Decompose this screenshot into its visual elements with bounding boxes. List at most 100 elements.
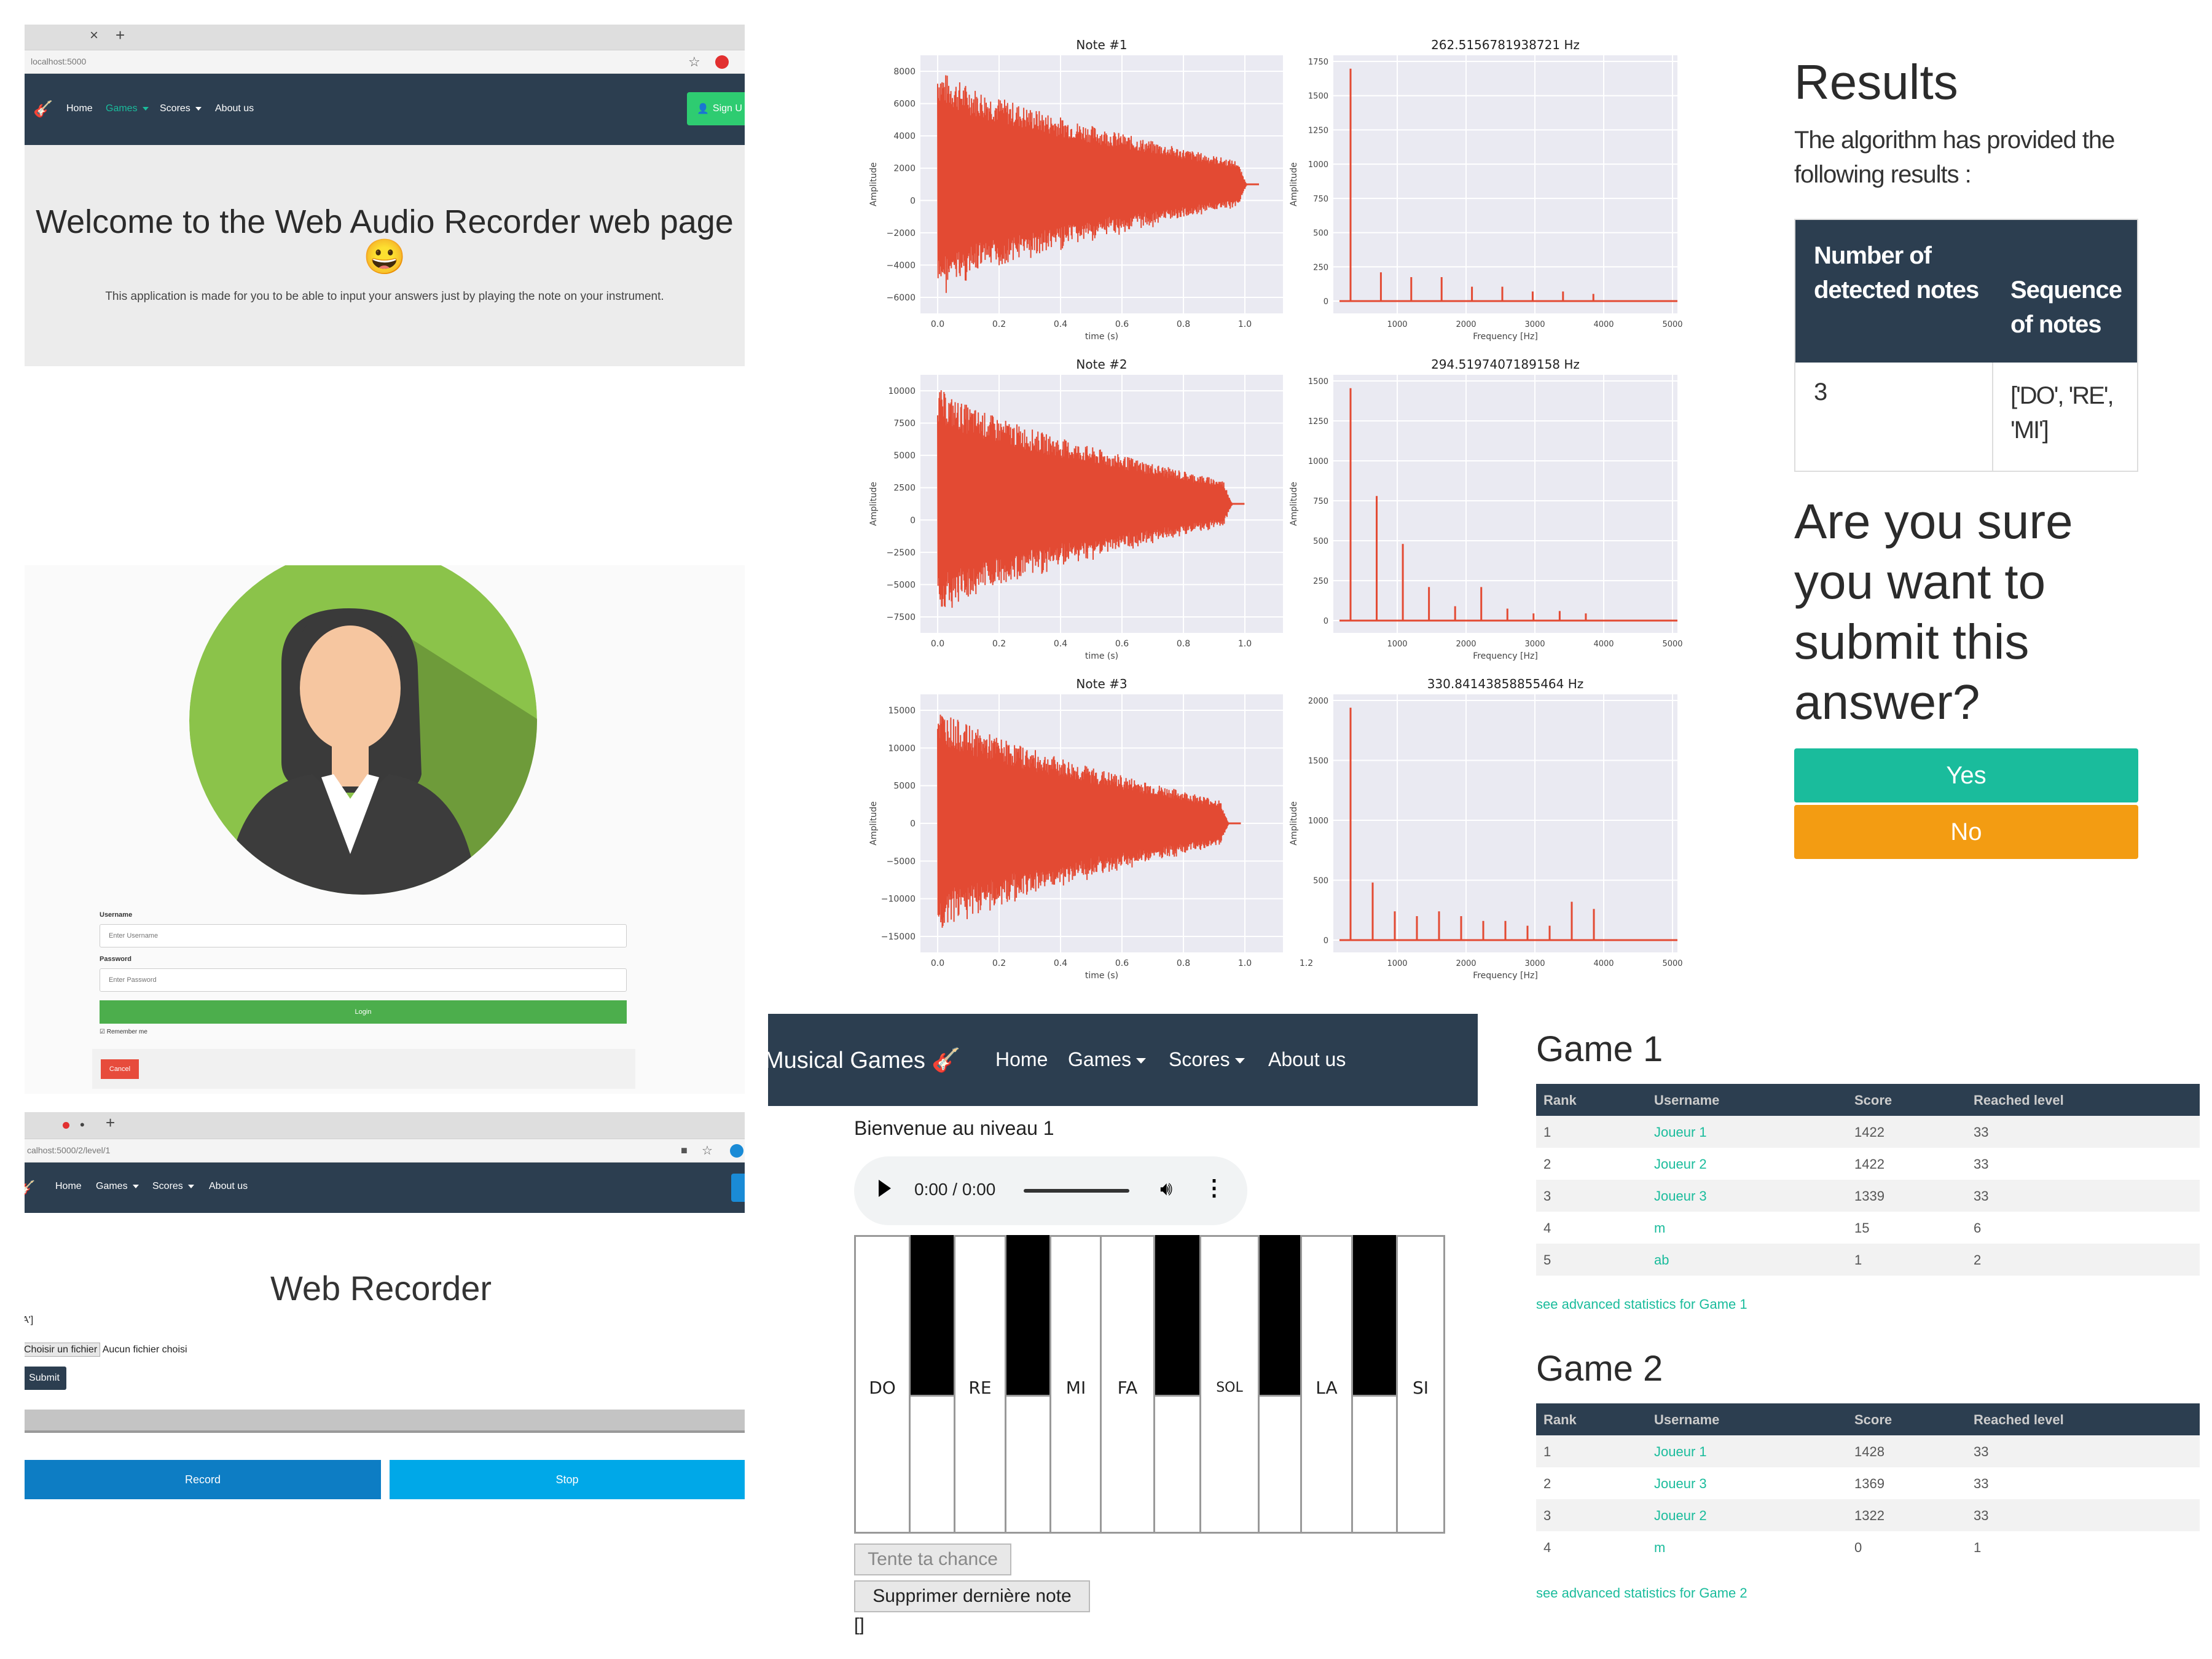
navbar: Musical Games 🎸 Home Games Scores About … <box>768 1014 1478 1106</box>
cancel-button[interactable]: Cancel <box>101 1059 139 1079</box>
delete-last-note-button[interactable]: Supprimer dernière note <box>854 1580 1090 1612</box>
table-row: 1 Joueur 1 1422 33 <box>1536 1116 2200 1148</box>
piano-key-gap-1[interactable] <box>911 1395 954 1534</box>
piano-key-black-2[interactable] <box>1006 1235 1049 1395</box>
new-tab-icon[interactable]: + <box>106 1113 115 1132</box>
y-tick-label: −2000 <box>887 229 916 238</box>
nav-games[interactable]: Games <box>1068 1048 1147 1071</box>
brand[interactable]: Musical Games 🎸 <box>768 1047 961 1074</box>
nav-games[interactable]: Games <box>96 1181 139 1192</box>
y-tick-label: −10000 <box>881 895 916 904</box>
rank-cell: 1 <box>1543 1124 1551 1140</box>
star-icon[interactable]: ☆ <box>688 54 700 70</box>
address-bar[interactable]: calhost:5000/2/level/1 ■ ☆ <box>25 1139 745 1163</box>
game1-stats-link[interactable]: see advanced statistics for Game 1 <box>1536 1296 1747 1312</box>
camera-icon[interactable]: ■ <box>681 1144 688 1157</box>
yes-button[interactable]: Yes <box>1794 748 2138 802</box>
close-tab-icon[interactable]: • <box>80 1117 85 1133</box>
more-options-icon[interactable]: ⋮ <box>1203 1175 1225 1201</box>
col-seq-header: Sequence of notes <box>2010 276 2122 338</box>
signup-button[interactable] <box>731 1174 745 1202</box>
guitar-icon: 🎸 <box>931 1048 961 1073</box>
nav-scores[interactable]: Scores <box>160 103 202 114</box>
x-tick-label: 1.0 <box>1238 320 1252 329</box>
extension-icon[interactable] <box>730 1144 743 1158</box>
username-link[interactable]: m <box>1654 1220 1665 1236</box>
username-link[interactable]: Joueur 1 <box>1654 1124 1707 1140</box>
piano-key-gap-2[interactable] <box>1006 1395 1049 1534</box>
y-tick-label: 1250 <box>1308 126 1328 135</box>
audio-player[interactable]: 0:00 / 0:00 🔊︎ ⋮ <box>854 1156 1247 1225</box>
submit-button[interactable]: Submit <box>25 1367 66 1390</box>
x-tick-label: 5000 <box>1662 320 1682 329</box>
username-link[interactable]: m <box>1654 1540 1665 1556</box>
x-tick-label: 1.0 <box>1238 639 1252 649</box>
y-tick-label: 1500 <box>1308 757 1328 766</box>
nav-about[interactable]: About us <box>1268 1048 1346 1071</box>
nav-home[interactable]: Home <box>55 1181 82 1192</box>
username-link[interactable]: Joueur 3 <box>1654 1188 1707 1204</box>
record-button[interactable]: Record <box>25 1460 381 1499</box>
level-cell: 2 <box>1974 1252 1982 1268</box>
piano-key-black-3[interactable] <box>1155 1235 1199 1395</box>
login-footer: Cancel <box>92 1049 635 1089</box>
y-tick-label: 7500 <box>893 419 916 429</box>
login-screenshot: Username Password Login ☑ Remember me Ca… <box>25 565 745 1094</box>
stop-button[interactable]: Stop <box>390 1460 745 1499</box>
analysis-screenshot: Note #1 262.5156781938721 Hz 8000 6000 4000 2… <box>848 31 1696 989</box>
game-screenshot: Musical Games 🎸 Home Games Scores About … <box>768 1014 1481 1634</box>
score-cell: 1369 <box>1854 1476 1885 1491</box>
x-tick-label: 0.0 <box>931 320 944 329</box>
x-axis-label: time (s) <box>1085 332 1118 342</box>
choose-file-button[interactable]: Choisir un fichier <box>25 1343 101 1357</box>
star-icon[interactable]: ☆ <box>702 1143 713 1158</box>
close-tab-icon[interactable]: × <box>90 27 98 44</box>
x-tick-label: 2000 <box>1456 320 1476 329</box>
nav-scores[interactable]: Scores <box>1169 1048 1245 1071</box>
username-link[interactable]: ab <box>1654 1252 1669 1268</box>
address-bar[interactable]: localhost:5000 ☆ <box>25 50 745 74</box>
password-input[interactable] <box>100 968 627 992</box>
piano-key-black-5[interactable] <box>1353 1235 1396 1395</box>
try-button[interactable]: Tente ta chance <box>854 1543 1011 1575</box>
piano-key-gap-4[interactable] <box>1260 1395 1300 1534</box>
table-row: 2 Joueur 3 1369 33 <box>1536 1467 2200 1499</box>
volume-icon[interactable]: 🔊︎ <box>1160 1177 1172 1201</box>
nav-home[interactable]: Home <box>66 103 93 114</box>
nav-games[interactable]: Games <box>106 103 149 114</box>
x-tick-label: 0.2 <box>992 320 1006 329</box>
nav-about[interactable]: About us <box>209 1181 248 1192</box>
username-link[interactable]: Joueur 2 <box>1654 1508 1707 1524</box>
brand-label: Musical Games <box>768 1048 925 1073</box>
game2-table: Rank Username Score Reached level 1 Joueu… <box>1536 1403 2200 1567</box>
confirm-question: Are you sure you want to submit this ans… <box>1794 494 2073 729</box>
piano-key-gap-5[interactable] <box>1353 1395 1396 1534</box>
y-tick-label: 10000 <box>888 386 916 396</box>
audio-progress[interactable] <box>1024 1189 1129 1193</box>
play-icon[interactable] <box>879 1180 891 1197</box>
stop-icon[interactable] <box>715 55 729 69</box>
y-tick-label: −4000 <box>887 261 916 270</box>
username-link[interactable]: Joueur 2 <box>1654 1156 1707 1172</box>
piano-key-black-1[interactable] <box>911 1235 954 1395</box>
piano-key-gap-3[interactable] <box>1155 1395 1199 1534</box>
nav-about[interactable]: About us <box>215 103 254 114</box>
piano-key-black-4[interactable] <box>1260 1235 1300 1395</box>
new-tab-icon[interactable]: + <box>116 26 125 45</box>
username-input[interactable] <box>100 924 627 947</box>
game2-stats-link[interactable]: see advanced statistics for Game 2 <box>1536 1585 1747 1601</box>
x-axis-label: Frequency [Hz] <box>1473 651 1538 661</box>
nav-scores[interactable]: Scores <box>152 1181 194 1192</box>
no-button[interactable]: No <box>1794 805 2138 859</box>
username-link[interactable]: Joueur 3 <box>1654 1476 1707 1492</box>
header-level: Reached level <box>1974 1412 2064 1427</box>
guitar-icon: 🎸 <box>33 100 53 118</box>
nav-home[interactable]: Home <box>995 1048 1048 1071</box>
remember-checkbox[interactable]: ☑ Remember me <box>100 1029 147 1035</box>
username-link[interactable]: Joueur 1 <box>1654 1444 1707 1460</box>
file-chooser[interactable]: Choisir un fichier Aucun fichier choisi <box>25 1343 187 1357</box>
navbar: 🎸 Home Games Scores About us <box>25 1163 745 1213</box>
signup-button[interactable]: 👤 Sign U <box>687 92 745 125</box>
login-button[interactable]: Login <box>100 1000 627 1024</box>
y-tick-label: 2000 <box>1308 697 1328 706</box>
